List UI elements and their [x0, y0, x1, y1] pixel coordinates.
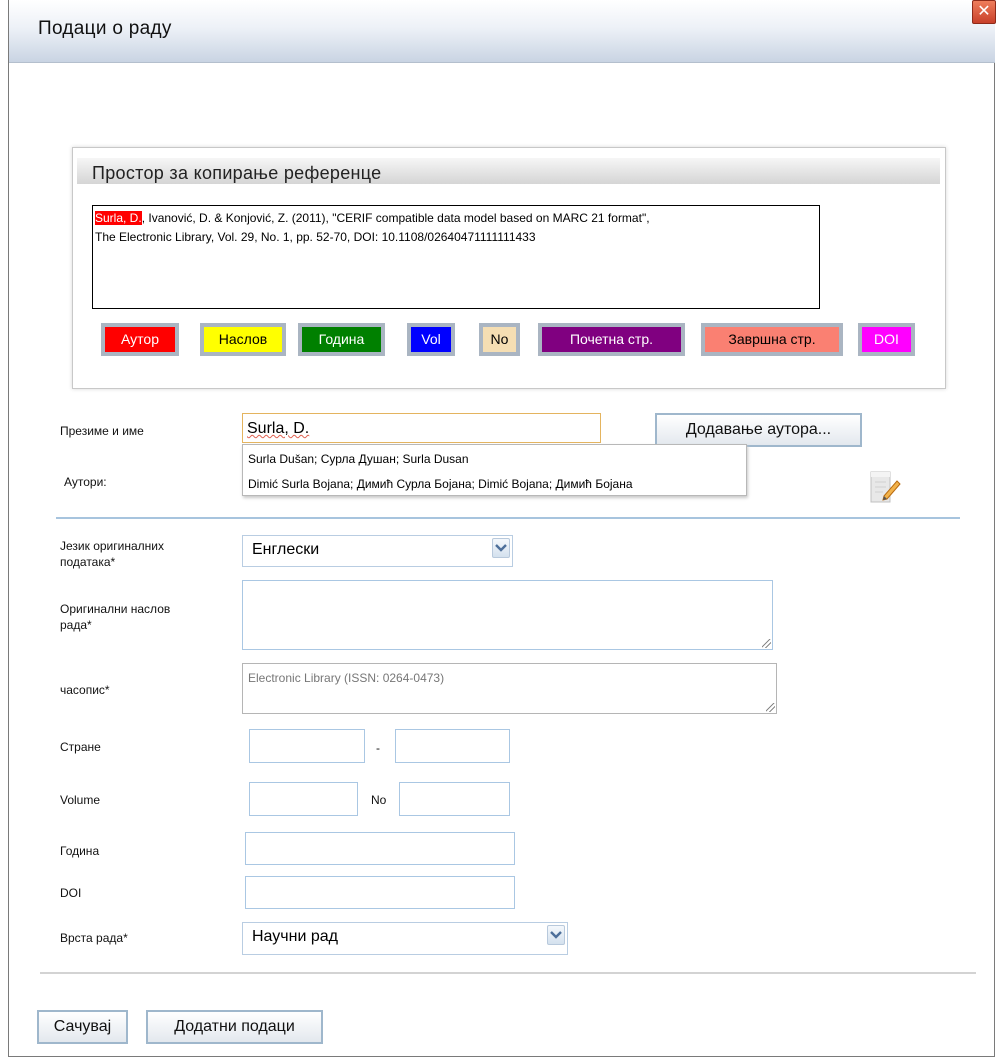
- language-label-line2: података*: [60, 555, 116, 569]
- add-author-button[interactable]: Додавање аутора...: [655, 413, 862, 447]
- author-suggestion-1[interactable]: Surla Dušan; Сурла Душан; Surla Dusan: [248, 452, 469, 466]
- save-button[interactable]: Сачувај: [37, 1010, 128, 1044]
- authors-label: Аутори:: [64, 475, 107, 489]
- journal-value: Electronic Library (ISSN: 0264-0473): [248, 671, 445, 685]
- number-input[interactable]: [399, 782, 510, 816]
- tag-volume-button[interactable]: Vol: [407, 323, 455, 356]
- work-type-select[interactable]: Научни рад: [242, 922, 568, 955]
- tag-doi-button[interactable]: DOI: [858, 323, 915, 356]
- tag-number-button[interactable]: No: [479, 323, 520, 356]
- year-input[interactable]: [245, 832, 515, 865]
- edit-icon[interactable]: [866, 468, 902, 504]
- start-page-input[interactable]: [249, 729, 365, 763]
- tag-year-button[interactable]: Година: [298, 323, 385, 356]
- original-title-label: Оригинални наслов рада*: [60, 601, 170, 633]
- language-value: Енглески: [252, 541, 320, 558]
- resize-grip-icon[interactable]: [766, 703, 775, 712]
- journal-field[interactable]: Electronic Library (ISSN: 0264-0473): [242, 663, 777, 714]
- reference-text-line2: The Electronic Library, Vol. 29, No. 1, …: [95, 230, 536, 244]
- work-type-label: Врста рада*: [60, 931, 128, 945]
- journal-label: часопис*: [60, 683, 110, 697]
- original-title-field[interactable]: [242, 580, 773, 650]
- dialog-title: Подаци о раду: [38, 18, 172, 39]
- chevron-down-icon[interactable]: [547, 925, 565, 945]
- language-select[interactable]: Енглески: [242, 535, 513, 567]
- volume-input[interactable]: [249, 782, 358, 816]
- tag-title-button[interactable]: Наслов: [200, 323, 286, 356]
- tag-start-page-button[interactable]: Почетна стр.: [538, 323, 685, 356]
- tag-author-button[interactable]: Аутор: [101, 323, 179, 356]
- footer-divider: [40, 972, 976, 974]
- section-divider: [56, 517, 960, 519]
- reference-heading: Простор за копирање референце: [92, 163, 382, 183]
- end-page-input[interactable]: [395, 729, 510, 763]
- doi-input[interactable]: [245, 876, 515, 909]
- doi-label: DOI: [60, 886, 82, 900]
- surname-input[interactable]: Surla, D.: [242, 413, 601, 443]
- number-label: No: [371, 793, 387, 807]
- pages-label: Стране: [60, 740, 101, 754]
- original-title-label-line2: рада*: [60, 618, 92, 632]
- author-suggestion-list: Surla Dušan; Сурла Душан; Surla Dusan Di…: [242, 444, 747, 496]
- pages-separator: -: [376, 741, 380, 755]
- author-suggestion-2[interactable]: Dimić Surla Bojana; Димић Сурла Бојана; …: [248, 477, 633, 491]
- work-type-value: Научни рад: [252, 928, 338, 945]
- additional-data-button[interactable]: Додатни подаци: [146, 1010, 323, 1044]
- resize-grip-icon[interactable]: [762, 639, 771, 648]
- language-label-line1: Језик оригиналних: [60, 539, 164, 553]
- original-title-label-line1: Оригинални наслов: [60, 602, 171, 616]
- surname-label: Презиме и име: [60, 424, 144, 438]
- tag-end-page-button[interactable]: Завршна стр.: [701, 323, 843, 356]
- close-icon[interactable]: ✕: [972, 0, 996, 24]
- surname-value: Surla, D.: [247, 420, 310, 437]
- language-label: Језик оригиналних података*: [60, 538, 164, 570]
- year-label: Година: [60, 844, 100, 858]
- reference-text-line1: , Ivanović, D. & Konjović, Z. (2011), "C…: [141, 211, 650, 225]
- volume-label: Volume: [60, 793, 101, 807]
- chevron-down-icon[interactable]: [492, 538, 510, 558]
- reference-textbox[interactable]: Surla, D., Ivanović, D. & Konjović, Z. (…: [92, 205, 820, 309]
- reference-author-highlight: Surla, D.: [95, 211, 142, 225]
